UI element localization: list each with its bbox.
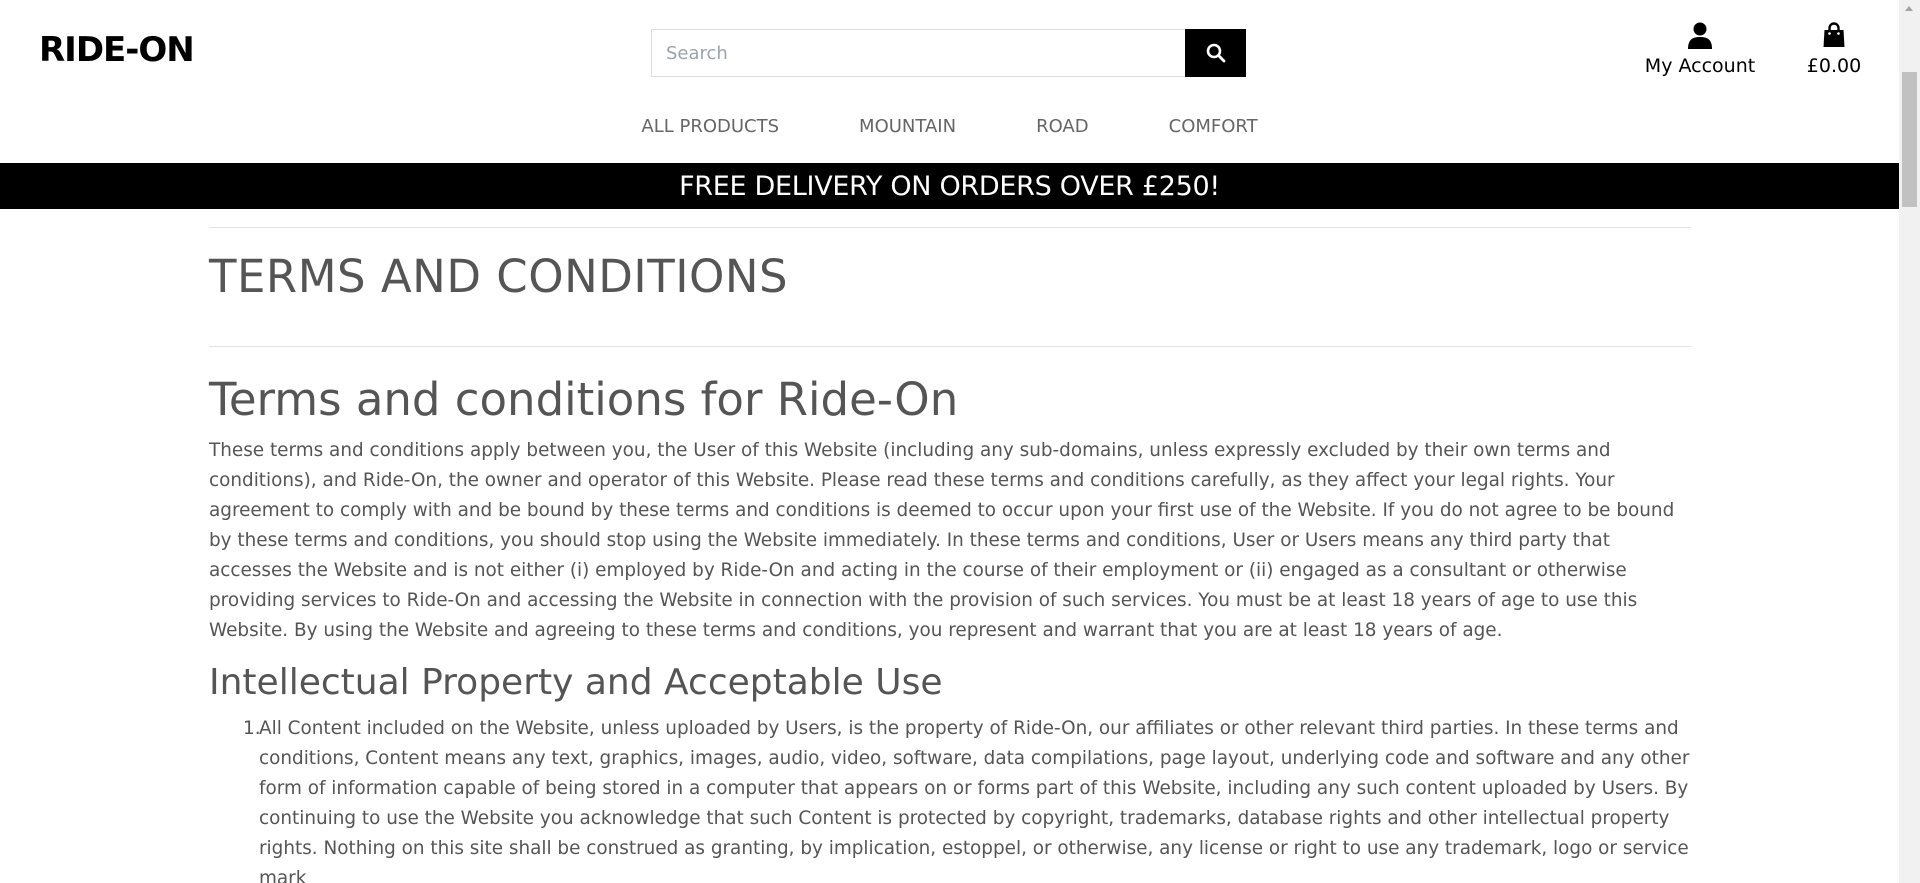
- list-item-number: 1.: [243, 718, 261, 740]
- search-button[interactable]: [1185, 29, 1246, 77]
- search-input[interactable]: [651, 29, 1185, 77]
- page: RIDE-ON My Account £0.00: [0, 0, 1899, 883]
- list-item: 1. All Content included on the Website, …: [243, 714, 1691, 883]
- document-title: Terms and conditions for Ride-On: [209, 372, 959, 426]
- my-account-label: My Account: [1644, 55, 1756, 77]
- terms-list: 1. All Content included on the Website, …: [209, 714, 1691, 883]
- section-heading: Intellectual Property and Acceptable Use: [209, 661, 943, 703]
- vertical-scrollbar[interactable]: [1899, 0, 1920, 883]
- divider: [209, 345, 1691, 347]
- scroll-up-arrow[interactable]: [1899, 0, 1920, 17]
- search-bar: [651, 29, 1246, 77]
- nav-item-road[interactable]: ROAD: [996, 116, 1129, 137]
- shopping-bag-icon: [1800, 22, 1868, 52]
- site-logo[interactable]: RIDE-ON: [39, 30, 195, 70]
- main-content: TERMS AND CONDITIONS Terms and condition…: [209, 227, 1691, 883]
- promo-banner: FREE DELIVERY ON ORDERS OVER £250!: [0, 163, 1899, 209]
- nav-item-comfort[interactable]: COMFORT: [1129, 116, 1298, 137]
- intro-paragraph: These terms and conditions apply between…: [209, 439, 1675, 641]
- main-nav: ALL PRODUCTS MOUNTAIN ROAD COMFORT: [0, 116, 1899, 137]
- cart-link[interactable]: £0.00: [1800, 22, 1868, 77]
- search-icon: [1206, 43, 1225, 63]
- page-title: TERMS AND CONDITIONS: [209, 250, 789, 303]
- scrollbar-thumb[interactable]: [1902, 72, 1917, 207]
- nav-item-all-products[interactable]: ALL PRODUCTS: [601, 116, 819, 137]
- promo-banner-text: FREE DELIVERY ON ORDERS OVER £250!: [679, 170, 1220, 202]
- cart-total: £0.00: [1806, 55, 1862, 77]
- user-icon: [1644, 22, 1756, 52]
- list-item-text: All Content included on the Website, unl…: [259, 718, 1690, 883]
- my-account-link[interactable]: My Account: [1644, 22, 1756, 77]
- nav-item-mountain[interactable]: MOUNTAIN: [819, 116, 996, 137]
- divider: [209, 227, 1691, 228]
